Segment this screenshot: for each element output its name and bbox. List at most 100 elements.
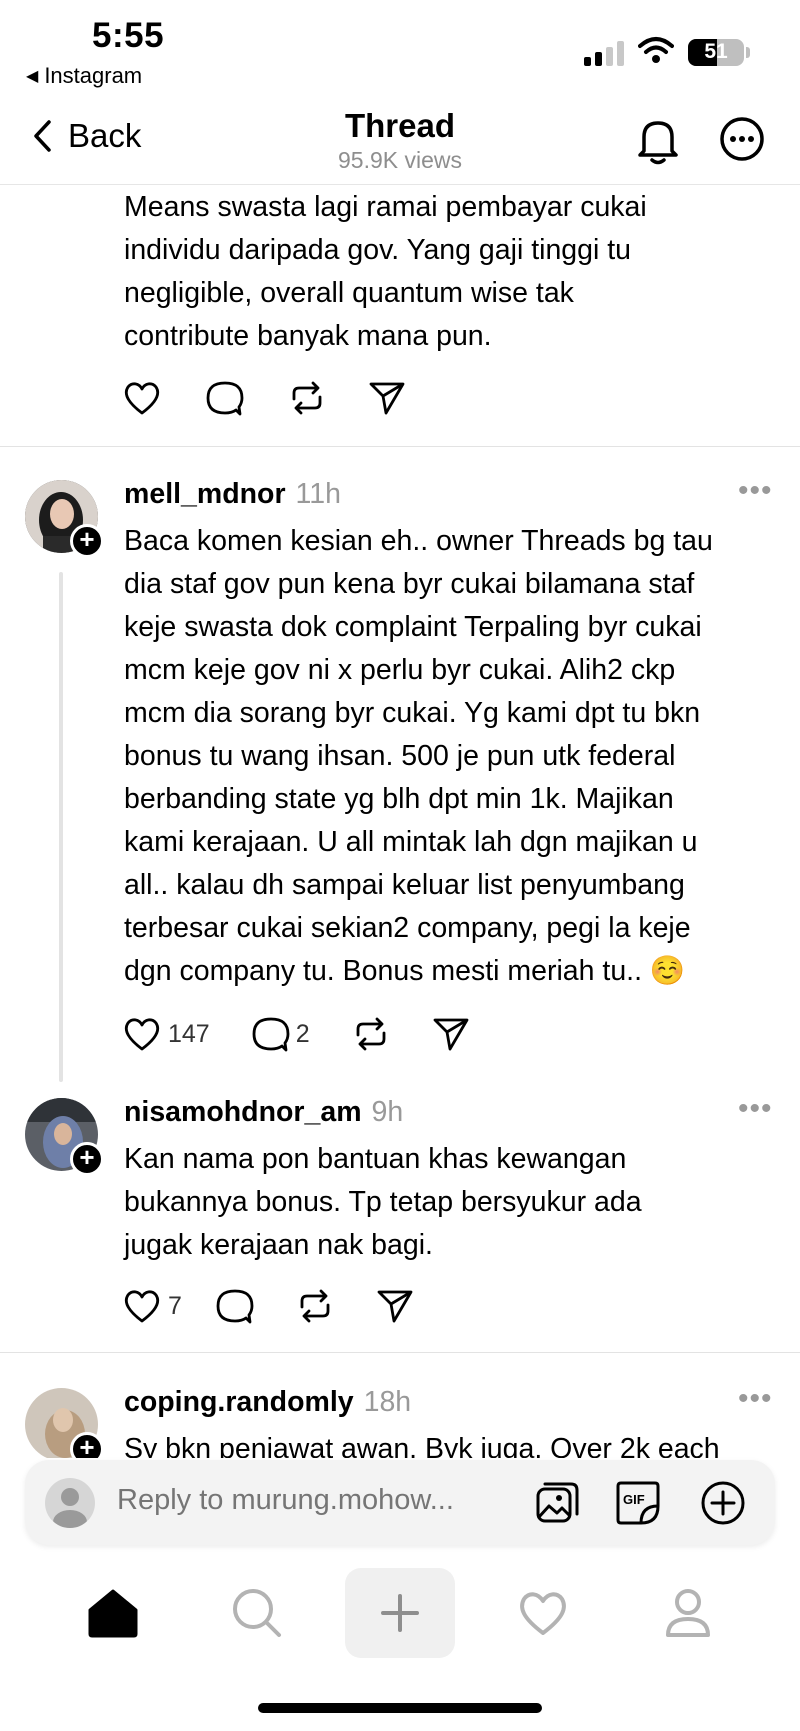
reply-bar: GIF: [25, 1460, 775, 1545]
text-line: dia staf gov pun kena byr cukai bilamana…: [124, 568, 695, 600]
like-button[interactable]: [122, 379, 162, 417]
text-line: contribute banyak mana pun.: [124, 320, 492, 352]
thread-line: [59, 572, 63, 1082]
repost-button[interactable]: [352, 1015, 390, 1053]
more-options-icon[interactable]: [718, 115, 766, 163]
text-line: negligible, overall quantum wise tak: [124, 277, 574, 309]
repost-icon: [292, 381, 322, 415]
gif-icon[interactable]: GIF: [615, 1480, 661, 1526]
battery-icon: 51: [688, 39, 744, 66]
text-line: Kan nama pon bantuan khas kewangan: [124, 1143, 627, 1175]
text-line: mcm dia sorang byr cukai. Yg kami dpt tu…: [124, 697, 701, 729]
comment-icon: [206, 381, 244, 416]
bell-icon[interactable]: [634, 115, 682, 167]
text-line: Baca komen kesian eh.. owner Threads bg …: [124, 525, 713, 557]
heart-icon: [520, 1592, 566, 1635]
repost-icon: [356, 1017, 386, 1051]
divider: [0, 446, 800, 447]
like-count: 147: [168, 1019, 210, 1048]
like-button[interactable]: 147: [122, 1015, 210, 1053]
search-icon: [233, 1589, 281, 1637]
repost-button[interactable]: [296, 1287, 334, 1325]
text-line: berbanding state yg blh dpt min 1k. Maji…: [124, 783, 674, 815]
send-icon: [433, 1018, 469, 1051]
text-line: bukannya bonus. Tp tetap bersyukur ada: [124, 1186, 642, 1218]
text-line: keje swasta dok complaint Terpaling byr …: [124, 611, 702, 643]
reply-text: Sy bkn penjawat awan. Byk juga. Over 2k …: [124, 1428, 784, 1458]
text-line: mcm keje gov ni x perlu byr cukai. Alih2…: [124, 654, 676, 686]
nav-search[interactable]: [202, 1568, 312, 1658]
timestamp: 18h: [363, 1386, 412, 1418]
follow-button[interactable]: +: [70, 1432, 104, 1458]
battery-percent: 51: [704, 40, 728, 63]
image-icon[interactable]: [535, 1480, 581, 1526]
home-icon: [88, 1589, 138, 1638]
signal-icon: [584, 38, 624, 66]
back-to-app-link[interactable]: ◀ Instagram: [26, 63, 142, 89]
reply-actions: 7: [120, 1284, 414, 1328]
battery-nub: [746, 47, 750, 58]
reply-header: mell_mdnor 11h: [124, 478, 341, 511]
reply-text: Baca komen kesian eh.. owner Threads bg …: [124, 520, 784, 993]
nav-profile[interactable]: [633, 1568, 743, 1658]
plus-circle-icon[interactable]: [700, 1480, 746, 1526]
reply-header: nisamohdnor_am 9h: [124, 1096, 403, 1129]
nav-activity[interactable]: [488, 1568, 598, 1658]
comment-button[interactable]: [216, 1287, 254, 1325]
top-post-actions: [120, 376, 406, 420]
reply-partial: + coping.randomly 18h ••• Sy bkn penjawat…: [0, 1380, 800, 1458]
share-button[interactable]: [376, 1287, 414, 1325]
wifi-icon: [638, 37, 674, 63]
back-triangle-icon: ◀: [26, 68, 39, 85]
follow-button[interactable]: +: [70, 1142, 104, 1176]
status-time: 5:55: [92, 16, 165, 55]
reply-header: coping.randomly 18h: [124, 1386, 411, 1419]
plus-icon: [381, 1594, 419, 1632]
text-line: dgn company tu. Bonus mesti meriah tu.. …: [124, 955, 686, 987]
top-post-text: Means swasta lagi ramai pembayar cukai i…: [124, 186, 784, 358]
heart-icon: [124, 382, 160, 415]
text-line: kami kerajaan. U all mintak lah dgn maji…: [124, 826, 698, 858]
comment-count: 2: [295, 1019, 310, 1048]
heart-icon: [124, 1018, 160, 1051]
thread-header: Back Thread 95.9K views: [0, 95, 800, 185]
bottom-nav: [0, 1568, 800, 1688]
reply-input[interactable]: [117, 1484, 477, 1517]
text-line: jugak kerajaan nak bagi.: [124, 1229, 433, 1261]
comment-button[interactable]: 2: [252, 1015, 310, 1053]
reply-actions: 147 2: [120, 1012, 470, 1056]
comment-button[interactable]: [206, 379, 244, 417]
nav-compose[interactable]: [345, 1568, 455, 1658]
username[interactable]: mell_mdnor: [124, 478, 286, 510]
more-icon[interactable]: •••: [738, 1382, 773, 1416]
comment-icon: [252, 1017, 290, 1052]
comment-icon: [216, 1289, 254, 1324]
profile-icon: [666, 1589, 710, 1637]
home-indicator: [258, 1703, 542, 1713]
share-button[interactable]: [432, 1015, 470, 1053]
user-avatar-placeholder: [45, 1478, 95, 1528]
text-line: bonus tu wang ihsan. 500 je pun utk fede…: [124, 740, 676, 772]
heart-icon: [124, 1290, 160, 1323]
text-line: individu daripada gov. Yang gaji tinggi …: [124, 234, 632, 266]
like-button[interactable]: 7: [122, 1287, 182, 1325]
repost-button[interactable]: [288, 379, 326, 417]
divider: [0, 1352, 800, 1353]
like-count: 7: [168, 1291, 182, 1320]
more-icon[interactable]: •••: [738, 474, 773, 508]
reply-text: Kan nama pon bantuan khas kewangan bukan…: [124, 1138, 784, 1267]
more-icon[interactable]: •••: [738, 1092, 773, 1126]
back-app-label: Instagram: [44, 63, 143, 88]
svg-text:GIF: GIF: [623, 1492, 645, 1507]
text-line: terbesar cukai sekian2 company, pegi la …: [124, 912, 691, 944]
repost-icon: [300, 1289, 330, 1323]
timestamp: 9h: [371, 1096, 404, 1128]
share-button[interactable]: [368, 379, 406, 417]
text-line: all.. kalau dh sampai keluar list penyum…: [124, 869, 685, 901]
follow-button[interactable]: +: [70, 524, 104, 558]
text-line: Means swasta lagi ramai pembayar cukai: [124, 191, 647, 223]
send-icon: [377, 1290, 413, 1323]
nav-home[interactable]: [58, 1568, 168, 1658]
username[interactable]: coping.randomly: [124, 1386, 354, 1418]
username[interactable]: nisamohdnor_am: [124, 1096, 362, 1128]
